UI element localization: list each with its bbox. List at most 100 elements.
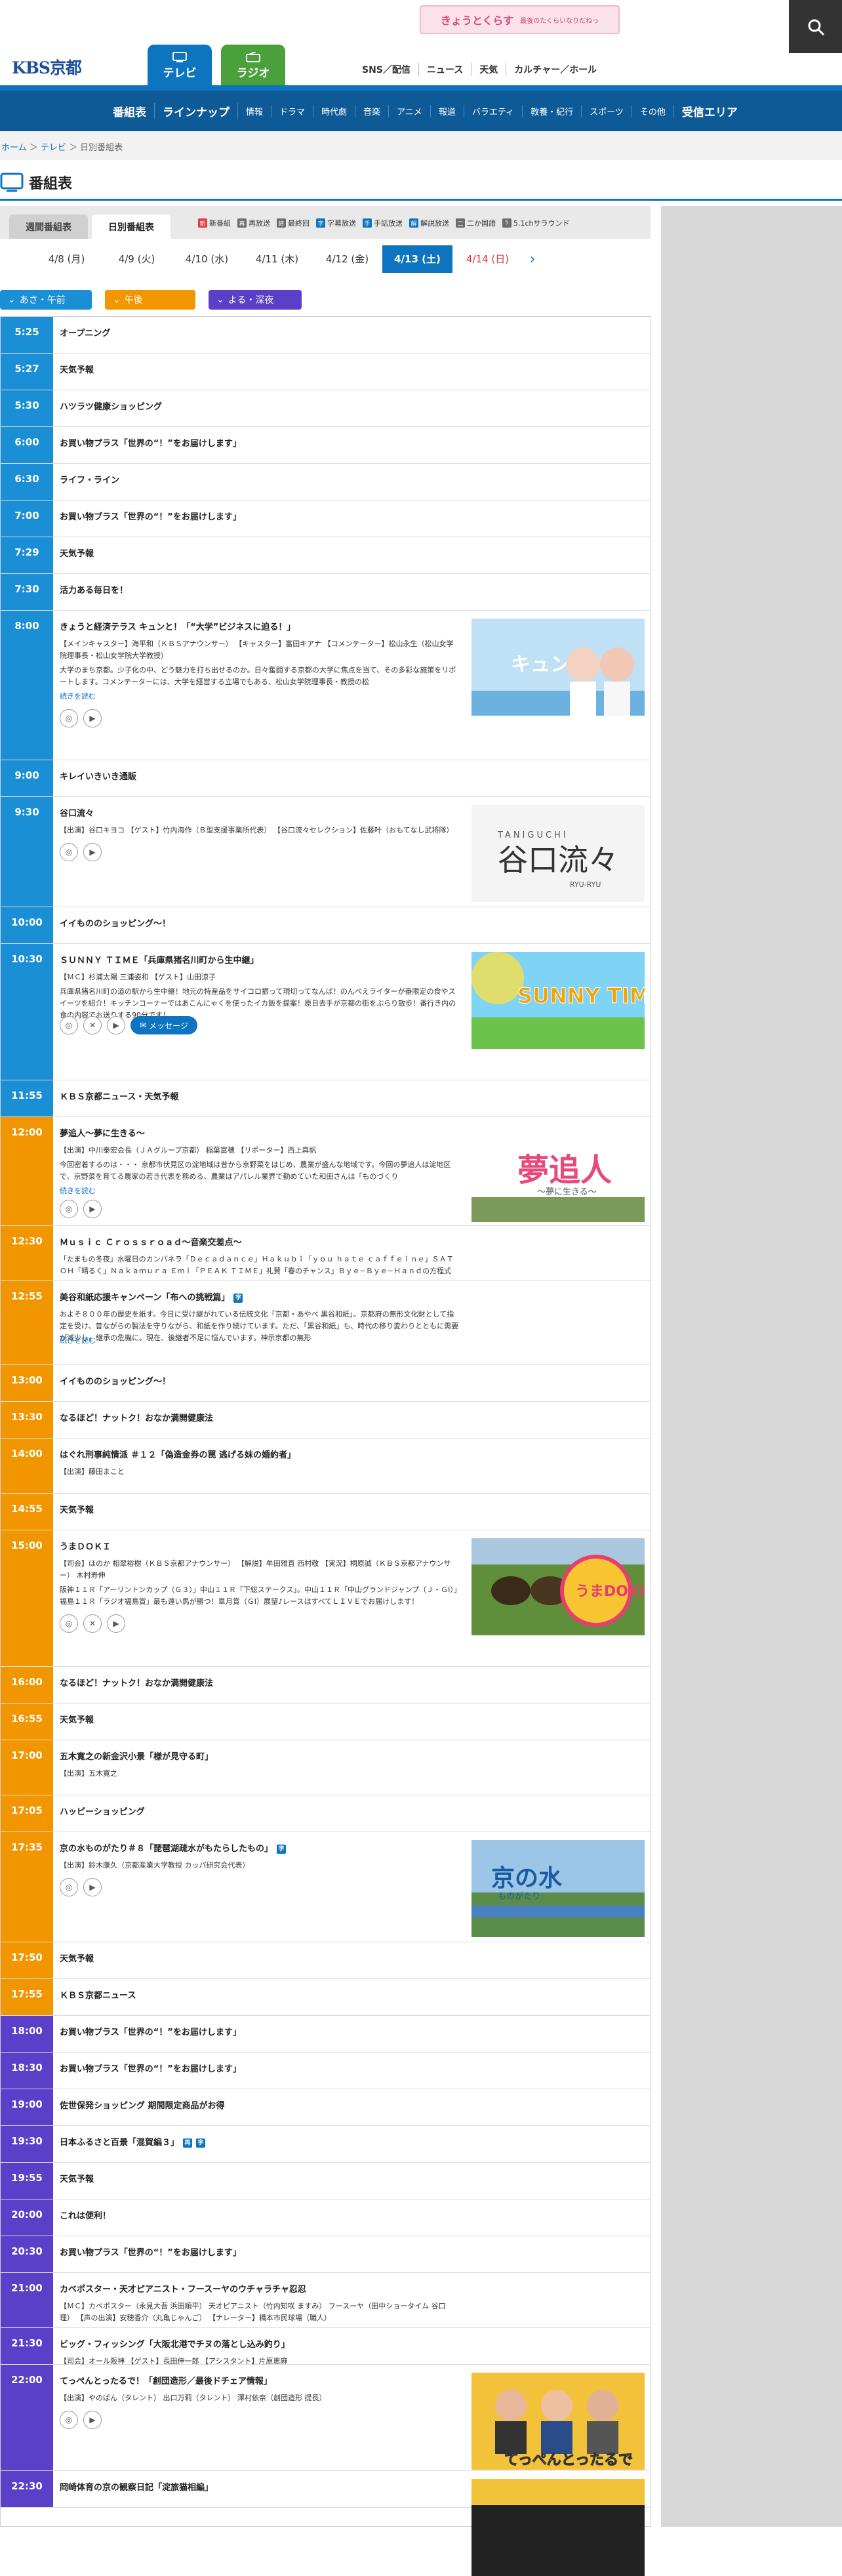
date-tab[interactable]: 4/9 (火)	[102, 245, 172, 273]
date-tab[interactable]: 4/12 (金)	[312, 245, 382, 273]
program-row[interactable]: 14:00 はぐれ刑事純情派 ＃１２「偽造金券の罠 逃げる妹の婚約者」 【出演】藤田…	[1, 1439, 650, 1494]
program-row[interactable]: 20:30 お買い物プラス「世界の“！”をお届けします」	[1, 2236, 650, 2273]
read-more-link[interactable]: 続きを読む	[60, 691, 96, 701]
website-icon[interactable]: ◎	[60, 1016, 78, 1034]
program-row[interactable]: 20:00 これは便利！	[1, 2199, 650, 2236]
program-title[interactable]: きょうと経済テラス キュンと！「“大学”ビジネスに迫る！」	[60, 620, 295, 632]
program-thumbnail[interactable]: うまDOKI	[471, 1538, 645, 1635]
program-title[interactable]: 夢追人〜夢に生きる〜	[60, 1126, 145, 1139]
cat-news[interactable]: 報道	[431, 104, 464, 117]
program-title[interactable]: 谷口流々	[60, 806, 94, 819]
tab-radio[interactable]: ラジオ	[221, 45, 285, 87]
date-tab[interactable]: 4/13 (土)	[382, 245, 452, 273]
program-title[interactable]: なるほど！ナットク！おなか満開健康法	[60, 1411, 213, 1423]
website-icon[interactable]: ◎	[60, 843, 78, 861]
program-row[interactable]: 16:00 なるほど！ナットク！おなか満開健康法	[1, 1667, 650, 1704]
program-title[interactable]: お買い物プラス「世界の“！”をお届けします」	[60, 510, 241, 522]
breadcrumb-home[interactable]: ホーム	[1, 143, 27, 153]
program-thumbnail[interactable]: SUNNY TIME	[471, 952, 645, 1049]
read-more-link[interactable]: 続きを読む	[60, 1335, 96, 1345]
youtube-icon[interactable]: ▶	[83, 1878, 102, 1896]
program-row[interactable]: 9:30 谷口流々 【出演】谷口キヨコ 【ゲスト】竹内海作（Ｂ型支援事業所代表） 【…	[1, 797, 650, 907]
search-button[interactable]	[789, 0, 842, 53]
program-row[interactable]: 12:30 Ｍｕｓｉｃ Ｃｒｏｓｓｒｏａｄ〜音楽交差点〜 「たまもの冬夜」水曜日のカ…	[1, 1226, 650, 1281]
program-row[interactable]: 22:00 てっぺんとったるで！「創団造形／最後ドチェア情報」 【出演】やのばん（タ…	[1, 2365, 650, 2471]
program-title[interactable]: 美谷和紙応援キャンペーン「布への挑戦篇」字	[60, 1290, 243, 1303]
program-title[interactable]: Ｍｕｓｉｃ Ｃｒｏｓｓｒｏａｄ〜音楽交差点〜	[60, 1235, 242, 1248]
tab-weekly[interactable]: 週間番組表	[9, 215, 88, 239]
time-filter-button[interactable]: ⌄ 午後	[105, 290, 195, 310]
nav-weather[interactable]: 天気	[471, 63, 507, 76]
program-row[interactable]: 10:00 イイもののショッピング〜！	[1, 907, 650, 944]
youtube-icon[interactable]: ▶	[83, 709, 102, 727]
program-title[interactable]: 活力ある毎日を！	[60, 583, 128, 596]
website-icon[interactable]: ◎	[60, 709, 78, 727]
program-title[interactable]: ＳＵＮＮＹ ＴＩＭＥ「兵庫県猪名川町から生中継」	[60, 953, 259, 966]
program-title[interactable]: カベポスター・天才ピアニスト・フースーヤのウチャラチャ忍忍	[60, 2282, 306, 2295]
cat-music[interactable]: 音楽	[355, 104, 390, 117]
program-title[interactable]: ＫＢＳ京都ニュース・天気予報	[60, 1090, 178, 1102]
program-title[interactable]: 天気予報	[60, 363, 94, 375]
program-row[interactable]: 5:30 ハツラツ健康ショッピング	[1, 390, 650, 427]
program-title[interactable]: 佐世保発ショッピング 期間限定商品がお得	[60, 2098, 225, 2111]
youtube-icon[interactable]: ▶	[107, 1016, 125, 1034]
program-title[interactable]: てっぺんとったるで！「創団造形／最後ドチェア情報」	[60, 2374, 272, 2386]
program-row[interactable]: 17:55 ＫＢＳ京都ニュース	[1, 1979, 650, 2016]
program-row[interactable]: 17:00 五木寛之の新金沢小景「様が見守る町」 【出演】五木寛之	[1, 1740, 650, 1795]
website-icon[interactable]: ◎	[60, 1614, 78, 1633]
program-title[interactable]: 岡崎体育の京の観察日記「淀旅猫相編」	[60, 2480, 213, 2493]
program-row[interactable]: 8:00 きょうと経済テラス キュンと！「“大学”ビジネスに迫る！」 【メインキャス…	[1, 611, 650, 760]
nav-sns[interactable]: SNS／配信	[354, 63, 419, 76]
cat-culture[interactable]: 教養・紀行	[523, 104, 582, 117]
cat-jidaigeki[interactable]: 時代劇	[313, 104, 356, 117]
program-row[interactable]: 6:30 ライフ・ライン	[1, 464, 650, 501]
program-thumbnail[interactable]	[471, 2479, 645, 2576]
cat-lineup[interactable]: ラインナップ	[155, 102, 238, 119]
nav-news[interactable]: ニュース	[419, 63, 472, 76]
chevron-right-icon[interactable]: ›	[523, 251, 542, 268]
program-title[interactable]: ビッグ・フィッシング「大阪北港でチヌの落とし込み釣り」	[60, 2337, 290, 2350]
program-row[interactable]: 18:00 お買い物プラス「世界の“！”をお届けします」	[1, 2016, 650, 2053]
cat-sports[interactable]: スポーツ	[582, 104, 632, 117]
program-title[interactable]: キレイいきいき通販	[60, 769, 136, 782]
cat-anime[interactable]: アニメ	[389, 104, 431, 117]
date-tab[interactable]: 4/10 (水)	[172, 245, 242, 273]
program-title[interactable]: イイもののショッピング〜！	[60, 1374, 170, 1387]
program-title[interactable]: オープニング	[60, 326, 110, 338]
program-row[interactable]: 7:00 お買い物プラス「世界の“！”をお届けします」	[1, 501, 650, 537]
program-row[interactable]: 14:55 天気予報	[1, 1494, 650, 1530]
program-thumbnail[interactable]: 夢追人 〜夢に生きる〜	[471, 1125, 645, 1222]
youtube-icon[interactable]: ▶	[107, 1614, 125, 1633]
program-row[interactable]: 11:55 ＫＢＳ京都ニュース・天気予報	[1, 1080, 650, 1117]
cat-other[interactable]: その他	[632, 104, 674, 117]
program-title[interactable]: ＫＢＳ京都ニュース	[60, 1988, 136, 2001]
x-icon[interactable]: ✕	[83, 1016, 102, 1034]
program-row[interactable]: 17:35 京の水ものがたり＃８「琵琶湖疏水がもたらしたもの」字【出演】鈴木康久（…	[1, 1832, 650, 1942]
time-filter-button[interactable]: ⌄ あさ・午前	[0, 290, 92, 310]
program-row[interactable]: 15:00 うまＤＯＫＩ 【司会】ほのか 相翠裕樹（ＫＢＳ京都アナウンサー） 【解説…	[1, 1530, 650, 1667]
program-thumbnail[interactable]: てっぺんとったるで	[471, 2373, 645, 2470]
breadcrumb-tv[interactable]: テレビ	[41, 143, 66, 153]
site-logo[interactable]: KBS京都	[12, 55, 82, 79]
cat-drama[interactable]: ドラマ	[271, 104, 314, 117]
program-row[interactable]: 16:55 天気予報	[1, 1704, 650, 1740]
program-row[interactable]: 17:05 ハッピーショッピング	[1, 1795, 650, 1832]
program-title[interactable]: イイもののショッピング〜！	[60, 916, 170, 929]
tab-daily[interactable]: 日別番組表	[92, 215, 170, 239]
program-row[interactable]: 13:30 なるほど！ナットク！おなか満開健康法	[1, 1402, 650, 1439]
program-row[interactable]: 17:50 天気予報	[1, 1942, 650, 1979]
program-row[interactable]: 9:00 キレイいきいき通販	[1, 760, 650, 797]
program-thumbnail[interactable]: TANIGUCHI 谷口流々 RYU-RYU	[471, 805, 645, 902]
cat-info[interactable]: 情報	[238, 104, 272, 117]
program-row[interactable]: 18:30 お買い物プラス「世界の“！”をお届けします」	[1, 2053, 650, 2089]
program-title[interactable]: これは便利！	[60, 2209, 111, 2221]
program-row[interactable]: 5:27 天気予報	[1, 354, 650, 390]
program-title[interactable]: 天気予報	[60, 1952, 94, 1964]
youtube-icon[interactable]: ▶	[83, 843, 102, 861]
program-title[interactable]: はぐれ刑事純情派 ＃１２「偽造金券の罠 逃げる妹の婚約者」	[60, 1448, 296, 1460]
program-title[interactable]: 京の水ものがたり＃８「琵琶湖疏水がもたらしたもの」字	[60, 1841, 287, 1854]
website-icon[interactable]: ◎	[60, 1878, 78, 1896]
youtube-icon[interactable]: ▶	[83, 2411, 102, 2429]
program-row[interactable]: 21:00 カベポスター・天才ピアニスト・フースーヤのウチャラチャ忍忍 【ＭＣ】カベ…	[1, 2273, 650, 2328]
program-row[interactable]: 19:30 日本ふるさと百景「混賀編３」再字	[1, 2126, 650, 2163]
